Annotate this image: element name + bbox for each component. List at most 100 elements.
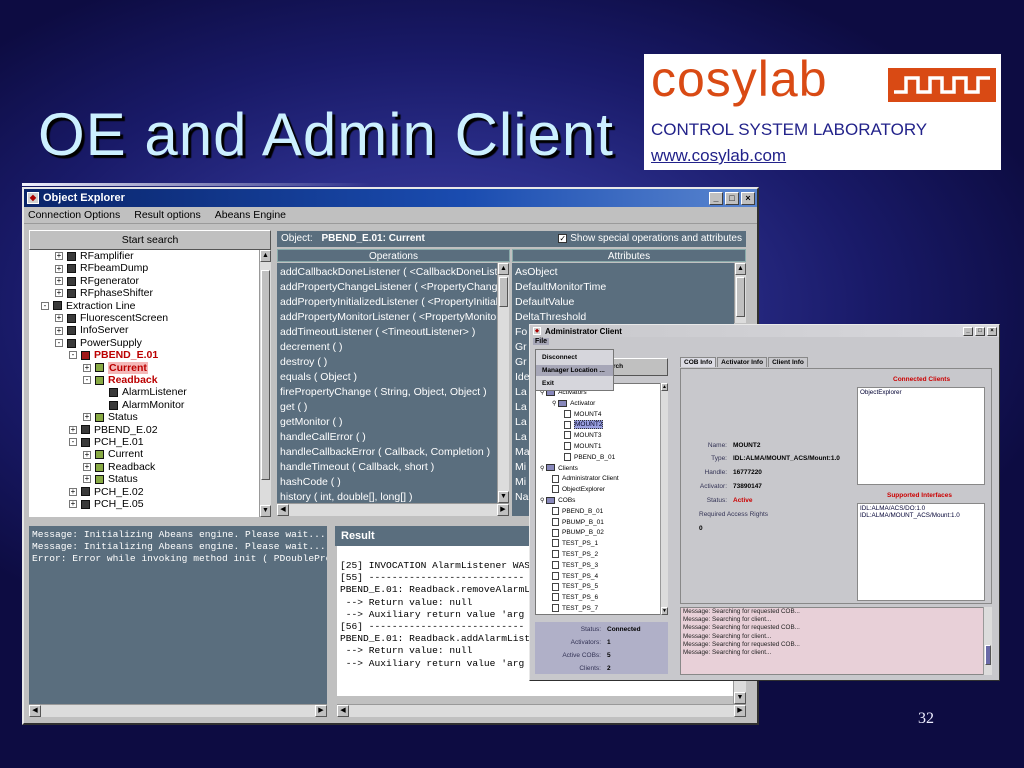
expand-icon[interactable]: + <box>69 425 77 434</box>
attribute-item[interactable]: AsObject <box>515 265 558 280</box>
tree-row[interactable]: Administrator Client <box>552 473 619 484</box>
tree-row[interactable]: + Current <box>83 361 148 374</box>
tree-row[interactable]: TEST_PS_6 <box>552 592 598 603</box>
scroll-left-icon[interactable]: ◀ <box>337 705 349 717</box>
attribute-item[interactable]: Gr <box>515 340 527 355</box>
expand-icon[interactable]: + <box>83 413 91 422</box>
tab-client-info[interactable]: Client Info <box>768 357 808 367</box>
tree-row[interactable]: - PCH_E.01 <box>69 436 144 448</box>
attribute-item[interactable]: La <box>515 400 527 415</box>
operation-item[interactable]: destroy ( ) <box>280 355 327 370</box>
menu-result-options[interactable]: Result options <box>134 209 201 221</box>
attribute-item[interactable]: DefaultValue <box>515 295 574 310</box>
attribute-item[interactable]: Ide <box>515 370 530 385</box>
operation-item[interactable]: addPropertyInitializedListener ( <Proper… <box>280 295 497 310</box>
tree-row[interactable]: MOUNT2 <box>564 419 604 430</box>
collapse-icon[interactable]: - <box>69 351 77 360</box>
operation-item[interactable]: handleCallbackError ( Callback, Completi… <box>280 445 490 460</box>
expand-icon[interactable]: + <box>69 500 77 509</box>
attribute-item[interactable]: La <box>515 415 527 430</box>
tree-row[interactable]: + PCH_E.02 <box>69 486 144 498</box>
tree-row[interactable]: + RFphaseShifter <box>55 287 153 299</box>
tree-row[interactable]: + Status <box>83 411 138 423</box>
scroll-right-icon[interactable]: ▶ <box>497 504 509 516</box>
console-hscrollbar[interactable]: ◀ ▶ <box>29 704 327 717</box>
result-hscrollbar[interactable]: ◀ ▶ <box>337 704 746 717</box>
attribute-item[interactable]: La <box>515 385 527 400</box>
ac-log-vscrollbar[interactable] <box>983 607 992 675</box>
list-item[interactable]: ObjectExplorer <box>860 389 982 396</box>
scroll-thumb[interactable] <box>261 270 270 480</box>
scroll-up-icon[interactable]: ▲ <box>260 250 271 262</box>
maximize-icon[interactable]: □ <box>975 326 985 336</box>
collapse-icon[interactable]: - <box>55 339 63 348</box>
tab-cob-info[interactable]: COB Info <box>680 357 717 367</box>
show-special-checkbox[interactable]: ✓ <box>558 233 568 243</box>
list-item[interactable]: IDL:ALMA/ACS/DO:1.0 <box>860 505 982 512</box>
scroll-left-icon[interactable]: ◀ <box>277 504 289 516</box>
operation-item[interactable]: handleCallError ( ) <box>280 430 366 445</box>
tree-row[interactable]: - PowerSupply <box>55 337 142 349</box>
attribute-item[interactable]: Mi <box>515 460 526 475</box>
tree-row[interactable]: TEST_PS_4 <box>552 571 598 582</box>
expand-icon[interactable]: + <box>55 326 63 335</box>
tree-row[interactable]: + RFamplifier <box>55 250 134 262</box>
search-button[interactable]: rch <box>608 358 668 376</box>
operation-item[interactable]: addPropertyMonitorListener ( <PropertyMo… <box>280 310 497 325</box>
expand-icon[interactable]: + <box>83 475 91 484</box>
tree-row[interactable]: TEST_PS_5 <box>552 581 598 592</box>
expand-icon[interactable]: + <box>55 314 63 323</box>
tree-row[interactable]: - Extraction Line <box>41 300 135 312</box>
tree-row[interactable]: AlarmMonitor <box>97 399 184 411</box>
menu-item-disconnect[interactable]: Disconnect <box>536 352 613 363</box>
tree-row[interactable]: MOUNT3 <box>564 430 601 441</box>
tree-row[interactable]: MOUNT1 <box>564 441 601 452</box>
tree-row[interactable]: + RFgenerator <box>55 275 139 287</box>
tree-row[interactable]: AlarmListener <box>97 386 187 398</box>
list-item[interactable]: IDL:ALMA/MOUNT_ACS/Mount:1.0 <box>860 512 982 519</box>
tree-row[interactable]: TEST_PS_7 <box>552 603 598 614</box>
supported-interfaces-list[interactable]: IDL:ALMA/ACS/DO:1.0 IDL:ALMA/MOUNT_ACS/M… <box>857 503 985 601</box>
operation-item[interactable]: hashCode ( ) <box>280 475 341 490</box>
tree-row[interactable]: + FluorescentScreen <box>55 312 168 324</box>
maximize-icon[interactable]: □ <box>725 191 739 205</box>
collapse-icon[interactable]: - <box>83 376 91 385</box>
minimize-icon[interactable]: _ <box>963 326 973 336</box>
attribute-item[interactable]: Gr <box>515 355 527 370</box>
expand-icon[interactable]: + <box>83 450 91 459</box>
expand-icon[interactable]: + <box>69 487 77 496</box>
operation-item[interactable]: handleTimeout ( Callback, short ) <box>280 460 434 475</box>
scroll-right-icon[interactable]: ▶ <box>734 705 746 717</box>
operation-item[interactable]: getMonitor ( ) <box>280 415 342 430</box>
tree-row[interactable]: TEST_PS_1 <box>552 538 598 549</box>
scroll-down-icon[interactable]: ▼ <box>734 692 746 704</box>
tree-row[interactable]: - Readback <box>83 374 158 386</box>
tree-row[interactable]: + Status <box>83 473 138 485</box>
attribute-item[interactable]: Mi <box>515 475 526 490</box>
operation-item[interactable]: firePropertyChange ( String, Object, Obj… <box>280 385 487 400</box>
tree-row[interactable]: TEST_PS_2 <box>552 549 598 560</box>
tree-row[interactable]: PBUMP_B_01 <box>552 517 604 528</box>
tree-row[interactable]: + InfoServer <box>55 324 128 336</box>
menu-item-manager-location[interactable]: Manager Location ... <box>536 365 613 376</box>
collapse-icon[interactable]: - <box>41 301 49 310</box>
menu-connection-options[interactable]: Connection Options <box>28 209 120 221</box>
operation-item[interactable]: addPropertyChangeListener ( <PropertyCha… <box>280 280 497 295</box>
scroll-thumb[interactable] <box>985 645 991 665</box>
oe-titlebar[interactable]: ◆ Object Explorer _ □ × <box>24 189 757 207</box>
ac-tree[interactable]: ⚲ Activators ⚲ Activator MOUNT4 MOUNT2 MOUNT… <box>535 383 668 615</box>
tab-activator-info[interactable]: Activator Info <box>717 357 768 367</box>
scroll-down-icon[interactable]: ▼ <box>661 607 668 615</box>
scroll-up-icon[interactable]: ▲ <box>498 263 509 275</box>
expand-icon[interactable]: + <box>83 363 91 372</box>
attributes-vscrollbar[interactable]: ▲ <box>734 263 746 323</box>
expand-icon[interactable]: + <box>55 264 63 273</box>
start-search-button[interactable]: Start search <box>29 230 271 250</box>
attribute-item[interactable]: Ma <box>515 445 530 460</box>
attribute-item[interactable]: Fo <box>515 325 527 340</box>
menu-file[interactable]: File <box>533 338 550 345</box>
close-icon[interactable]: × <box>987 326 997 336</box>
collapse-icon[interactable]: - <box>69 438 77 447</box>
scroll-down-icon[interactable]: ▼ <box>498 491 509 503</box>
menu-abeans-engine[interactable]: Abeans Engine <box>215 209 286 221</box>
